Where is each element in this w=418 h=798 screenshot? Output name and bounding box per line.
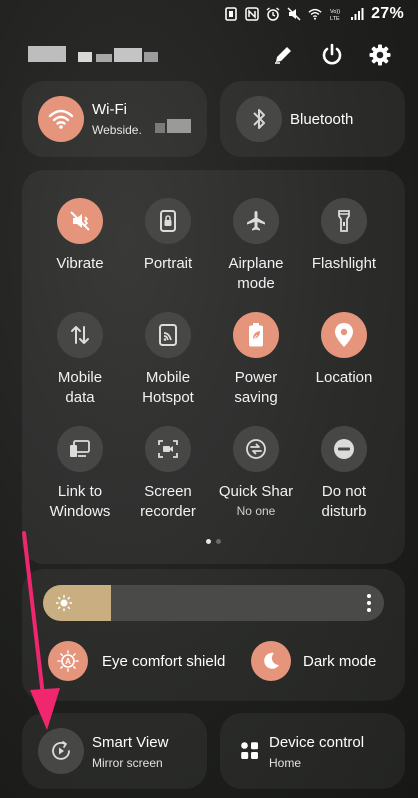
tile-label-line2: Hotspot (142, 389, 194, 406)
tile-label: Do not (321, 483, 367, 500)
dark-mode-label: Dark mode (303, 652, 377, 670)
tile-label: Screen (144, 483, 192, 500)
tile-do-not-disturb[interactable]: Do not disturb (298, 426, 390, 522)
eye-comfort-label: Eye comfort shield (102, 652, 226, 670)
tile-label: Airplane (228, 255, 284, 272)
do-not-disturb-icon (321, 426, 367, 472)
bluetooth-tile[interactable]: Bluetooth (220, 81, 405, 157)
tile-sublabel: No one (236, 504, 276, 518)
tile-portrait[interactable]: Portrait (122, 198, 214, 274)
tile-label-line2: Windows (49, 503, 111, 520)
bluetooth-title: Bluetooth (290, 111, 354, 128)
screenshot-icon (224, 7, 238, 21)
page-dot-active (206, 539, 211, 544)
hotspot-icon (145, 312, 191, 358)
tile-label: Mobile (57, 369, 103, 386)
vibrate-status-icon (287, 7, 301, 21)
tile-quick-share[interactable]: Quick Shar No one (210, 426, 302, 518)
nfc-icon (245, 7, 259, 21)
vibrate-icon (57, 198, 103, 244)
smart-view-title: Smart View (92, 734, 169, 751)
tile-label: Flashlight (311, 255, 377, 272)
brightness-panel: A Eye comfort shield Dark mode (22, 569, 405, 701)
eye-comfort-shield-toggle[interactable]: A Eye comfort shield (48, 641, 225, 681)
tile-label: Quick Shar (218, 483, 294, 500)
tile-label-line2: saving (234, 389, 278, 406)
smart-view-tile[interactable]: Smart View Mirror screen (22, 713, 207, 789)
tile-label-line2: data (65, 389, 95, 406)
wifi-network-name: Webside. (92, 123, 142, 137)
tile-label-line2: mode (237, 275, 275, 292)
power-button[interactable] (317, 40, 347, 70)
tile-label-line2: recorder (140, 503, 196, 520)
settings-gear-icon (369, 44, 391, 66)
eye-comfort-icon: A (48, 641, 88, 681)
flashlight-icon (321, 198, 367, 244)
battery-percentage: 27% (371, 5, 404, 22)
more-options-icon[interactable] (366, 593, 372, 618)
wifi-title: Wi-Fi (92, 101, 127, 118)
bluetooth-icon (236, 96, 282, 142)
alarm-icon (266, 7, 280, 21)
smart-view-subtitle: Mirror screen (92, 756, 163, 770)
airplane-icon (233, 198, 279, 244)
smart-view-icon (38, 728, 84, 774)
quick-share-icon (233, 426, 279, 472)
tile-label: Vibrate (56, 255, 104, 272)
moon-icon (251, 641, 291, 681)
sun-icon (55, 594, 73, 617)
screen-recorder-icon (145, 426, 191, 472)
tile-power-saving[interactable]: Power saving (210, 312, 302, 408)
tile-label: Mobile (145, 369, 191, 386)
portrait-lock-icon (145, 198, 191, 244)
wifi-icon (38, 96, 84, 142)
wifi-tile[interactable]: Wi-Fi Webside. (22, 81, 207, 157)
tile-vibrate[interactable]: Vibrate (34, 198, 126, 274)
pencil-icon (275, 47, 291, 64)
tile-label: Portrait (143, 255, 193, 272)
svg-text:LTE: LTE (330, 16, 340, 21)
redacted-network (155, 123, 165, 133)
edit-button[interactable] (268, 40, 298, 70)
device-control-icon (240, 741, 260, 766)
brightness-slider[interactable] (43, 585, 384, 621)
device-control-subtitle: Home (269, 756, 302, 770)
wifi-status-icon (308, 7, 322, 21)
tile-link-to-windows[interactable]: Link to Windows (34, 426, 126, 522)
svg-text:A: A (65, 657, 71, 666)
signal-icon (350, 7, 364, 21)
page-dot (216, 539, 221, 544)
tile-mobile-hotspot[interactable]: Mobile Hotspot (122, 312, 214, 408)
tile-location[interactable]: Location (298, 312, 390, 388)
svg-text:Vo)): Vo)) (330, 9, 340, 15)
mobile-data-icon (57, 312, 103, 358)
link-to-windows-icon (57, 426, 103, 472)
status-bar: Vo)) LTE 27% (0, 0, 418, 28)
redacted-network-2 (167, 119, 191, 133)
tile-airplane-mode[interactable]: Airplane mode (210, 198, 302, 294)
settings-button[interactable] (365, 40, 395, 70)
power-icon (322, 43, 342, 65)
tile-label: Link to (57, 483, 103, 500)
tile-label-line2: disturb (321, 503, 367, 520)
device-control-title: Device control (269, 734, 365, 751)
volte-lte-icon: Vo)) LTE (329, 7, 343, 21)
power-saving-icon (233, 312, 279, 358)
dark-mode-toggle[interactable]: Dark mode (251, 641, 376, 681)
quick-settings-grid: Vibrate Portrait Airplane mode Flashligh… (22, 170, 405, 564)
location-icon (321, 312, 367, 358)
page-indicator (206, 539, 221, 544)
device-control-tile[interactable]: Device control Home (220, 713, 405, 789)
brightness-fill (43, 585, 112, 621)
tile-screen-recorder[interactable]: Screen recorder (122, 426, 214, 522)
tile-flashlight[interactable]: Flashlight (298, 198, 390, 274)
tile-mobile-data[interactable]: Mobile data (34, 312, 126, 408)
tile-label: Power (234, 369, 278, 386)
tile-label: Location (315, 369, 373, 386)
